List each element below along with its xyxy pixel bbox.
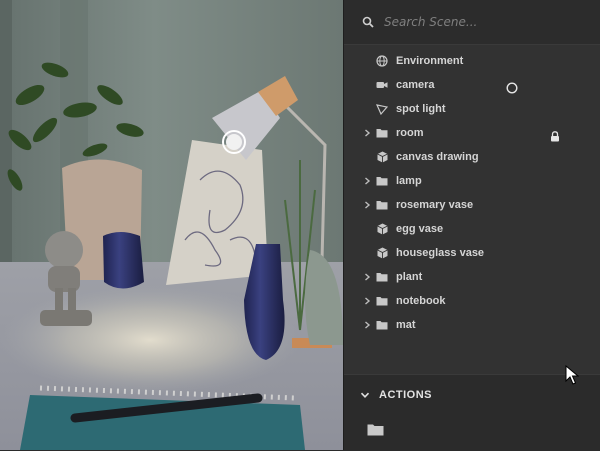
search-input[interactable]	[382, 14, 576, 30]
scene-tree-item-camera[interactable]: camera	[344, 73, 600, 97]
chevron-right-icon[interactable]	[363, 177, 373, 185]
cube-icon	[376, 151, 388, 163]
scene-tree-item-label: houseglass vase	[396, 247, 485, 259]
scene-tree-item-label: rosemary vase	[396, 199, 474, 211]
scene-tree-item-label: spot light	[396, 103, 446, 115]
folder-icon	[376, 175, 388, 187]
scene-tree-item-label: room	[396, 127, 424, 139]
scene-tree: Environment camera spot light room canvas dr…	[344, 49, 600, 337]
search-icon	[362, 16, 374, 28]
chevron-right-icon[interactable]	[363, 273, 373, 281]
actions-header[interactable]: ACTIONS	[344, 375, 600, 415]
scene-tree-item-label: lamp	[396, 175, 422, 187]
chevron-down-icon	[360, 392, 370, 398]
scene-tree-item-houseglass-vase[interactable]: houseglass vase	[344, 241, 600, 265]
cube-icon	[376, 247, 388, 259]
spotlight-icon	[376, 103, 388, 115]
scene-tree-item-egg-vase[interactable]: egg vase	[344, 217, 600, 241]
scene-tree-item-label: plant	[396, 271, 423, 283]
chevron-right-icon[interactable]	[363, 201, 373, 209]
folder-icon	[376, 199, 388, 211]
scene-tree-item-environment[interactable]: Environment	[344, 49, 600, 73]
actions-title: ACTIONS	[379, 389, 432, 401]
scene-tree-item-label: egg vase	[396, 223, 444, 235]
cube-icon	[376, 223, 388, 235]
scene-panel: Environment camera spot light room canvas dr…	[343, 0, 600, 451]
actions-section: ACTIONS	[344, 374, 600, 451]
scene-tree-item-label: notebook	[396, 295, 446, 307]
scene-tree-item-rosemary-vase[interactable]: rosemary vase	[344, 193, 600, 217]
scene-tree-item-notebook[interactable]: notebook	[344, 289, 600, 313]
scene-tree-item-label: canvas drawing	[396, 151, 479, 163]
camera-icon	[376, 79, 388, 91]
folder-icon	[376, 319, 388, 331]
scene-tree-item-lamp[interactable]: lamp	[344, 169, 600, 193]
scene-render	[0, 0, 343, 450]
globe-icon	[376, 55, 388, 67]
folder-icon	[376, 271, 388, 283]
chevron-right-icon[interactable]	[363, 321, 373, 329]
folder-icon	[376, 295, 388, 307]
scene-tree-item-plant[interactable]: plant	[344, 265, 600, 289]
scene-tree-item-canvas-drawing[interactable]: canvas drawing	[344, 145, 600, 169]
folder-icon	[376, 127, 388, 139]
scene-tree-item-spot-light[interactable]: spot light	[344, 97, 600, 121]
lock-icon[interactable]	[550, 127, 560, 142]
3d-viewport[interactable]	[0, 0, 343, 450]
scene-tree-item-label: Environment	[396, 55, 464, 67]
circle-indicator-icon[interactable]	[506, 79, 518, 94]
folder-icon[interactable]	[367, 423, 384, 436]
chevron-right-icon[interactable]	[363, 297, 373, 305]
scene-tree-item-room[interactable]: room	[344, 121, 600, 145]
search-bar	[344, 0, 600, 45]
scene-tree-item-label: mat	[396, 319, 416, 331]
chevron-right-icon[interactable]	[363, 129, 373, 137]
scene-tree-item-label: camera	[396, 79, 435, 91]
scene-tree-item-mat[interactable]: mat	[344, 313, 600, 337]
mouse-cursor-icon	[565, 365, 579, 385]
